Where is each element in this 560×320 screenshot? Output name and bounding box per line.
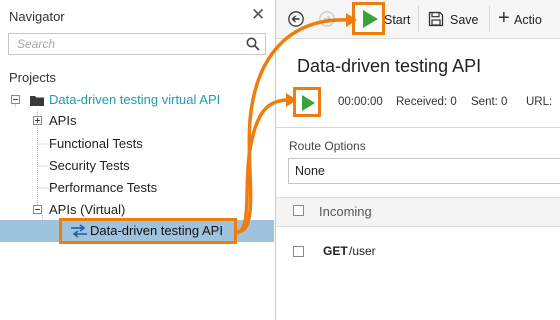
forward-arrow-icon[interactable] [319,11,335,27]
divider [276,127,560,128]
toolbar-divider [418,6,419,32]
navigator-panel: Navigator ✕ Projects Data-driven testi [0,0,276,320]
sent-count: Sent: 0 [471,96,508,108]
url-label: URL: [526,96,553,108]
play-icon [363,10,378,28]
run-button-frame[interactable] [293,87,321,117]
incoming-label: Incoming [319,204,372,219]
folder-icon [30,96,44,106]
tree-item-label: Security Tests [49,158,130,173]
incoming-header: Incoming [276,197,560,227]
toolbar: Start Save + Actio [276,0,560,39]
collapse-icon[interactable] [33,205,42,214]
plus-icon[interactable]: + [498,7,510,29]
save-button-label[interactable]: Save [450,12,479,28]
back-arrow-icon[interactable] [288,11,304,27]
actions-button-label[interactable]: Actio [514,12,542,28]
toolbar-divider [489,6,490,32]
row-checkbox[interactable] [293,246,304,257]
start-button-frame[interactable] [352,2,385,35]
tree-item-label: Performance Tests [49,180,158,195]
tree-item-performance-tests[interactable]: Performance Tests [0,177,275,199]
tree-item-security-tests[interactable]: Security Tests [0,155,275,177]
tree-item-label: Functional Tests [49,136,143,151]
expand-icon[interactable] [33,116,42,125]
received-count: Received: 0 [396,96,457,108]
play-icon [302,95,315,111]
route-options-label: Route Options [289,139,366,153]
tree-item-functional-tests[interactable]: Functional Tests [0,133,275,155]
table-row[interactable]: GET /user [276,232,560,272]
project-name: Data-driven testing virtual API [49,92,221,107]
elapsed-time: 00:00:00 [338,96,383,108]
select-all-checkbox[interactable] [293,205,304,216]
tree-item-apis[interactable]: APIs [0,110,275,132]
start-button-label[interactable]: Start [384,12,410,28]
editor-panel: Start Save + Actio Data-driven testing A… [276,0,560,320]
floppy-disk-icon[interactable] [428,11,444,27]
tree-item-project[interactable]: Data-driven testing virtual API [0,89,275,111]
request-path: /user [349,244,376,258]
tree-item-label: APIs [49,113,77,128]
page-title: Data-driven testing API [297,56,482,76]
collapse-icon[interactable] [11,95,20,104]
highlight-frame [59,218,237,244]
route-options-select[interactable]: None [288,158,560,184]
request-method: GET [323,244,348,258]
